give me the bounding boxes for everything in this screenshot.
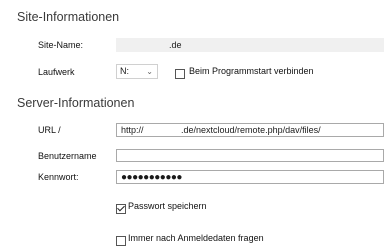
username-label: Benutzername: [38, 151, 97, 161]
autostart-label: Beim Programmstart verbinden: [189, 66, 314, 76]
save-password-checkbox-box[interactable]: [116, 204, 126, 214]
drive-label: Laufwerk: [38, 67, 75, 77]
autostart-checkbox[interactable]: [175, 66, 185, 84]
url-label: URL /: [38, 125, 61, 135]
drive-select[interactable]: N: ⌄: [116, 64, 158, 79]
password-label: Kennwort:: [38, 172, 79, 182]
server-info-heading: Server-Informationen: [17, 96, 135, 110]
drive-select-value: N:: [120, 66, 129, 76]
always-ask-checkbox-box[interactable]: [116, 236, 126, 246]
save-password-label: Passwort speichern: [128, 201, 207, 211]
always-ask-label: Immer nach Anmeldedaten fragen: [128, 233, 264, 243]
site-name-label: Site-Name:: [38, 40, 84, 50]
username-input[interactable]: [116, 149, 384, 162]
url-value: http:// .de/nextcloud/remote.php/dav/fil…: [121, 125, 321, 135]
autostart-checkbox-box[interactable]: [175, 69, 185, 79]
chevron-down-icon: ⌄: [146, 67, 153, 76]
site-name-value: .de: [169, 40, 182, 50]
password-mask: ●●●●●●●●●●●: [121, 172, 182, 183]
save-password-checkbox[interactable]: [116, 201, 126, 219]
site-name-field[interactable]: .de: [116, 38, 384, 52]
always-ask-checkbox[interactable]: [116, 233, 126, 251]
url-input[interactable]: http:// .de/nextcloud/remote.php/dav/fil…: [116, 123, 384, 137]
password-input[interactable]: ●●●●●●●●●●●: [116, 170, 384, 184]
site-info-heading: Site-Informationen: [17, 10, 120, 24]
